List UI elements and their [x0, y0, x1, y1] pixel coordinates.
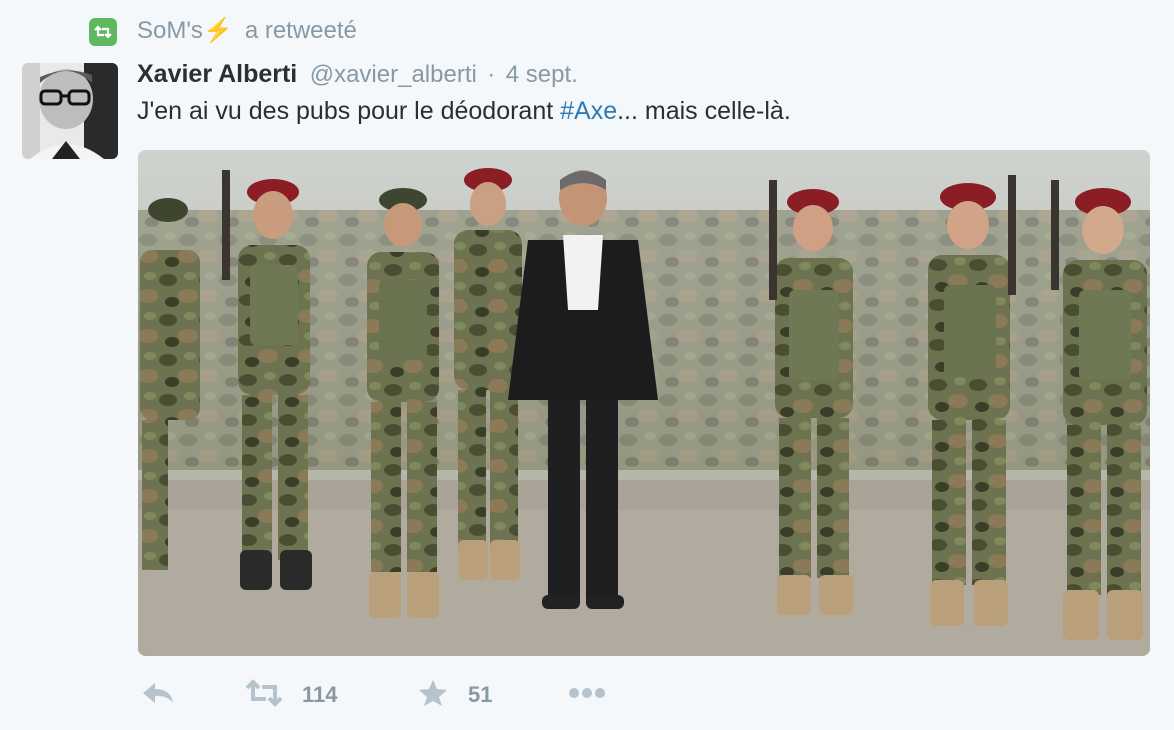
- retweeter-name[interactable]: SoM's: [137, 17, 203, 44]
- retweeted-label: a retweeté: [244, 17, 357, 44]
- tweet-text-before: J'en ai vu des pubs pour le déodorant: [137, 97, 561, 125]
- favorite-button[interactable]: 51: [418, 670, 492, 720]
- more-button[interactable]: [568, 670, 606, 720]
- retweet-count: 114: [302, 682, 338, 707]
- bolt-emoji: ⚡: [202, 17, 233, 44]
- tweet-text-after: ... mais celle-là.: [617, 97, 791, 125]
- retweet-button[interactable]: 114: [244, 670, 338, 720]
- more-dots-icon: [568, 686, 606, 704]
- star-icon: [418, 679, 448, 712]
- tweet-timestamp[interactable]: 4 sept.: [506, 61, 578, 88]
- retweet-context: SoM's⚡ a retweeté: [137, 16, 357, 45]
- retweet-context-icon: [89, 18, 117, 46]
- hashtag-link[interactable]: #Axe: [560, 97, 617, 125]
- tweet-actions: 114 51: [137, 670, 1137, 720]
- author-name[interactable]: Xavier Alberti: [137, 60, 297, 88]
- avatar[interactable]: [22, 63, 118, 159]
- tweet-text: J'en ai vu des pubs pour le déodorant #A…: [137, 97, 791, 126]
- retweet-icon: [244, 678, 284, 712]
- author-handle[interactable]: @xavier_alberti: [310, 61, 477, 88]
- reply-button[interactable]: [141, 670, 175, 720]
- favorite-count: 51: [468, 682, 493, 707]
- tweet-header: Xavier Alberti @xavier_alberti · 4 sept.: [137, 60, 578, 89]
- reply-icon: [141, 681, 175, 710]
- tweet-photo[interactable]: [138, 150, 1150, 656]
- separator-dot: ·: [487, 61, 496, 88]
